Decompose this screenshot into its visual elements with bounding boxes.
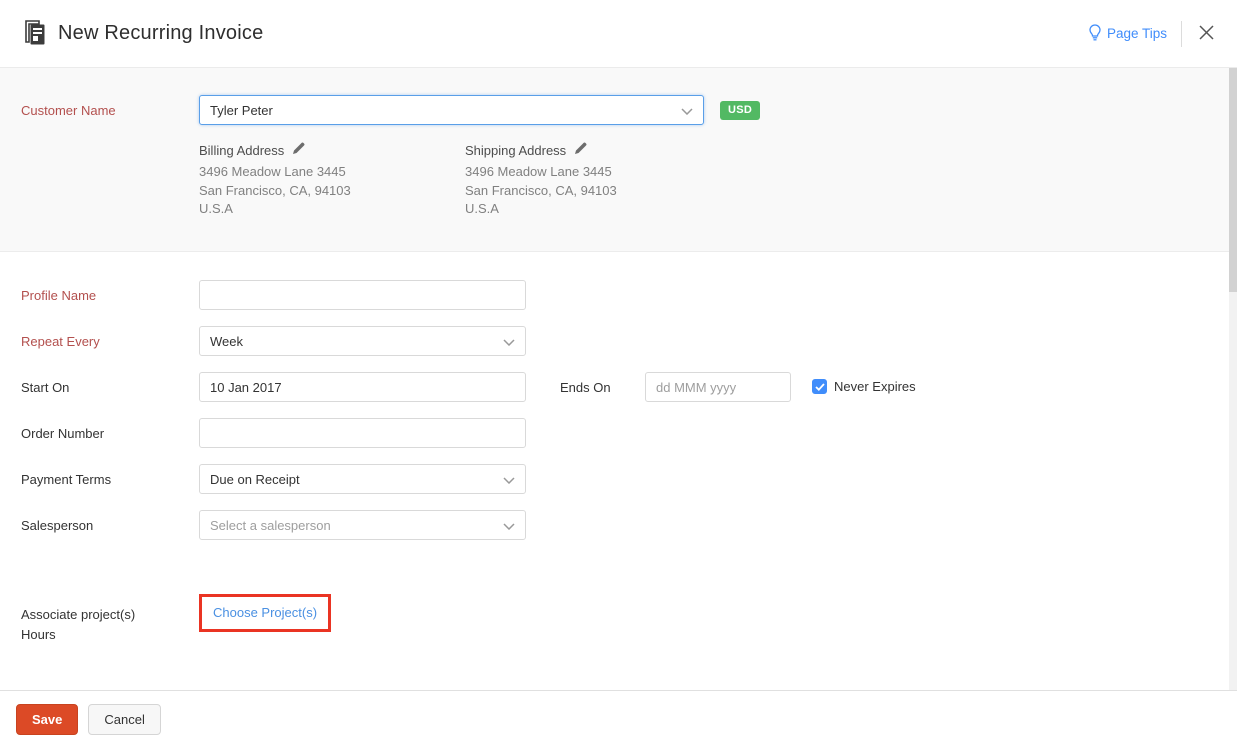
shipping-address-line: U.S.A — [465, 200, 731, 219]
start-on-label: Start On — [21, 372, 199, 395]
shipping-address-line: San Francisco, CA, 94103 — [465, 182, 731, 201]
shipping-address-edit-button[interactable] — [574, 142, 587, 158]
order-number-input[interactable] — [199, 418, 526, 448]
chevron-down-icon — [503, 472, 515, 487]
associate-projects-label-line2: Hours — [21, 625, 199, 645]
page-tips-label: Page Tips — [1107, 26, 1167, 41]
billing-address-block: Billing Address 3496 Meadow Lane 3445 Sa… — [199, 142, 465, 219]
lightbulb-icon — [1088, 24, 1102, 44]
shipping-address-block: Shipping Address 3496 Meadow Lane 3445 S… — [465, 142, 731, 219]
page-tips-link[interactable]: Page Tips — [1088, 24, 1167, 44]
choose-projects-link[interactable]: Choose Project(s) — [213, 605, 317, 620]
repeat-every-label: Repeat Every — [21, 326, 199, 349]
payment-terms-label: Payment Terms — [21, 464, 199, 487]
customer-name-label: Customer Name — [21, 103, 199, 118]
profile-name-label: Profile Name — [21, 280, 199, 303]
pencil-icon — [292, 142, 305, 158]
shipping-address-title: Shipping Address — [465, 143, 566, 158]
close-icon — [1198, 24, 1215, 44]
shipping-address-line: 3496 Meadow Lane 3445 — [465, 163, 731, 182]
billing-address-line: U.S.A — [199, 200, 465, 219]
save-button[interactable]: Save — [16, 704, 78, 735]
cancel-button[interactable]: Cancel — [88, 704, 160, 735]
billing-address-edit-button[interactable] — [292, 142, 305, 158]
never-expires-checkbox[interactable] — [812, 379, 827, 394]
scrollbar-track[interactable] — [1229, 68, 1237, 690]
order-number-label: Order Number — [21, 418, 199, 441]
check-icon — [815, 378, 825, 396]
page-footer: Save Cancel — [0, 690, 1237, 747]
start-on-input[interactable] — [199, 372, 526, 402]
currency-badge: USD — [720, 101, 760, 120]
payment-terms-select[interactable]: Due on Receipt — [199, 464, 526, 494]
customer-name-value: Tyler Peter — [210, 103, 273, 118]
page-header: New Recurring Invoice Page Tips — [0, 0, 1237, 68]
associate-projects-label-line1: Associate project(s) — [21, 605, 199, 625]
never-expires-label: Never Expires — [834, 379, 916, 394]
associate-projects-label: Associate project(s) Hours — [21, 597, 199, 645]
billing-address-line: San Francisco, CA, 94103 — [199, 182, 465, 201]
ends-on-label: Ends On — [560, 372, 645, 395]
new-recurring-invoice-page: New Recurring Invoice Page Tips — [0, 0, 1237, 747]
ends-on-input[interactable] — [645, 372, 791, 402]
repeat-every-select[interactable]: Week — [199, 326, 526, 356]
close-button[interactable] — [1196, 22, 1217, 46]
chevron-down-icon — [503, 518, 515, 533]
customer-name-select[interactable]: Tyler Peter — [199, 95, 704, 125]
salesperson-label: Salesperson — [21, 510, 199, 533]
billing-address-title: Billing Address — [199, 143, 284, 158]
chevron-down-icon — [503, 334, 515, 349]
chevron-down-icon — [681, 103, 693, 118]
customer-section: Customer Name Tyler Peter USD Billing Ad… — [0, 68, 1237, 252]
header-divider — [1181, 21, 1182, 47]
page-title: New Recurring Invoice — [58, 22, 263, 45]
billing-address-line: 3496 Meadow Lane 3445 — [199, 163, 465, 182]
salesperson-select[interactable]: Select a salesperson — [199, 510, 526, 540]
profile-name-input[interactable] — [199, 280, 526, 310]
payment-terms-value: Due on Receipt — [210, 472, 300, 487]
salesperson-placeholder: Select a salesperson — [210, 518, 331, 533]
recurring-invoice-icon — [24, 20, 48, 47]
scrollbar-thumb[interactable] — [1229, 68, 1237, 292]
repeat-every-value: Week — [210, 334, 243, 349]
recurring-invoice-form: Profile Name Repeat Every Week Start On … — [0, 252, 1237, 690]
pencil-icon — [574, 142, 587, 158]
choose-projects-highlight: Choose Project(s) — [199, 594, 331, 632]
